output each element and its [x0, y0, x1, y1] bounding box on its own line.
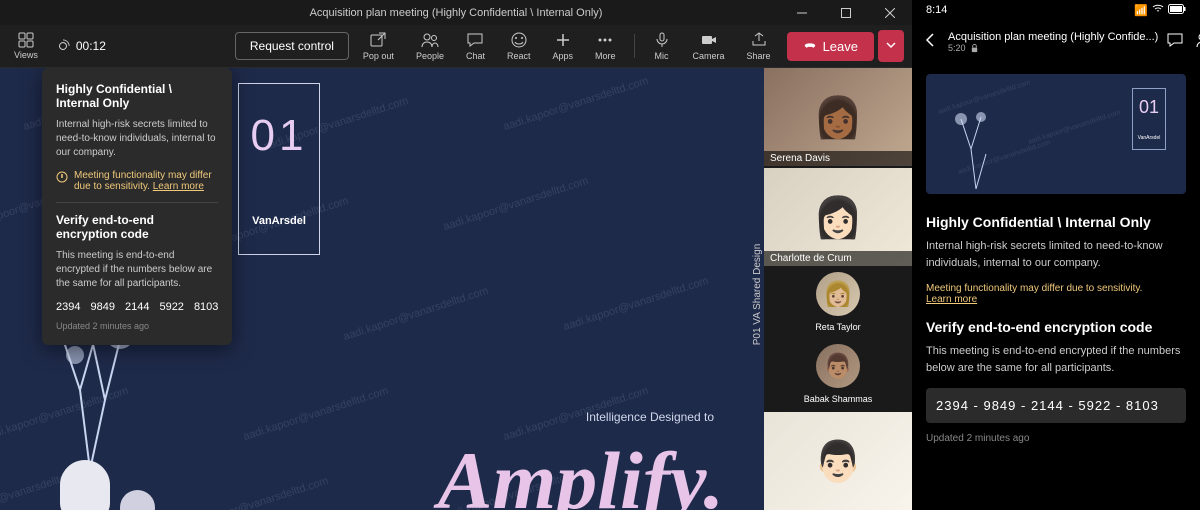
sensitivity-heading: Highly Confidential \ Internal Only	[56, 82, 218, 110]
mobile-updated-timestamp: Updated 2 minutes ago	[926, 433, 1186, 444]
slide-title: Amplify.	[438, 434, 724, 510]
slide-number-box: 01 VanArsdel	[238, 83, 320, 255]
participant-name: Reta Taylor	[809, 320, 866, 334]
mobile-meeting-title: Acquisition plan meeting (Highly Confide…	[948, 31, 1158, 43]
shared-screen[interactable]: aadi.kapoor@vanarsdelltd.com aadi.kapoor…	[0, 68, 764, 510]
mobile-header: Acquisition plan meeting (Highly Confide…	[912, 20, 1200, 64]
leave-button[interactable]: Leave	[787, 32, 874, 61]
participant-name: Babak Shammas	[798, 392, 879, 406]
participant-name: Charlotte de Crum	[764, 251, 912, 266]
more-button[interactable]: More	[587, 27, 624, 65]
react-button[interactable]: React	[499, 27, 539, 65]
views-label: Views	[14, 50, 38, 60]
toolbar-divider	[634, 34, 635, 58]
mobile-chat-button[interactable]	[1166, 31, 1184, 54]
window-titlebar: Acquisition plan meeting (Highly Confide…	[0, 0, 912, 25]
mobile-teams-window: 8:14 📶 Acquisition plan meeting (Highly …	[912, 0, 1200, 510]
slide-sidebar-label: P01 VA Shared Design	[753, 244, 764, 346]
mobile-encryption-heading: Verify end-to-end encryption code	[926, 319, 1186, 335]
popout-button[interactable]: Pop out	[355, 27, 402, 65]
mobile-content[interactable]: aadi.kapoor@vanarsdelltd.com aadi.kapoor…	[912, 64, 1200, 510]
mobile-learn-more-link[interactable]: Learn more	[926, 294, 1186, 305]
slide-number: 01	[251, 111, 308, 161]
encryption-codes: 2394 9849 2144 5922 8103	[56, 301, 218, 313]
views-button[interactable]: Views	[8, 28, 44, 64]
mobile-slide-box: 01 VanArsdel	[1132, 88, 1166, 150]
participant-tile[interactable]: 👩🏼 Reta Taylor	[764, 268, 912, 338]
meeting-toolbar: Views 00:12 Request control Pop out Peop…	[0, 25, 912, 68]
sensitivity-warning: Meeting functionality may differ due to …	[56, 170, 218, 203]
encryption-heading: Verify end-to-end encryption code	[56, 213, 218, 241]
main-content: aadi.kapoor@vanarsdelltd.com aadi.kapoor…	[0, 68, 912, 510]
battery-icon	[1168, 4, 1186, 17]
share-button[interactable]: Share	[739, 27, 779, 65]
mobile-encryption-codes: 2394 - 9849 - 2144 - 5922 - 8103	[926, 388, 1186, 423]
learn-more-link[interactable]: Learn more	[153, 181, 204, 192]
mobile-sensitivity-desc: Internal high-risk secrets limited to ne…	[926, 238, 1186, 271]
mobile-encryption-desc: This meeting is end-to-end encrypted if …	[926, 343, 1186, 376]
desktop-teams-window: Acquisition plan meeting (Highly Confide…	[0, 0, 912, 510]
mobile-sensitivity-info: Highly Confidential \ Internal Only Inte…	[926, 214, 1186, 444]
participant-name: Serena Davis	[764, 151, 912, 166]
mobile-time: 8:14	[926, 4, 947, 16]
mobile-status-bar: 8:14 📶	[912, 0, 1200, 20]
participant-tile[interactable]: 👩🏾 Serena Davis	[764, 68, 912, 166]
window-controls	[780, 0, 912, 27]
back-button[interactable]	[922, 31, 940, 54]
request-control-button[interactable]: Request control	[235, 32, 349, 60]
mobile-sensitivity-heading: Highly Confidential \ Internal Only	[926, 214, 1186, 230]
updated-timestamp: Updated 2 minutes ago	[56, 321, 218, 331]
sensitivity-description: Internal high-risk secrets limited to ne…	[56, 118, 218, 160]
wifi-icon	[1152, 4, 1164, 17]
mic-button[interactable]: Mic	[645, 27, 679, 65]
camera-button[interactable]: Camera	[685, 27, 733, 65]
close-button[interactable]	[868, 0, 912, 27]
mobile-warning: Meeting functionality may differ due to …	[926, 283, 1186, 305]
mobile-meeting-timer: 5:20	[948, 43, 1158, 53]
participant-tile[interactable]: 👨🏻	[764, 412, 912, 510]
people-button[interactable]: People	[408, 27, 452, 65]
lock-icon	[970, 44, 979, 53]
minimize-button[interactable]	[780, 0, 824, 27]
participants-panel: 👩🏾 Serena Davis 👩🏻 Charlotte de Crum 👩🏼 …	[764, 68, 912, 510]
encryption-description: This meeting is end-to-end encrypted if …	[56, 249, 218, 291]
maximize-button[interactable]	[824, 0, 868, 27]
chat-button[interactable]: Chat	[458, 27, 493, 65]
window-title: Acquisition plan meeting (Highly Confide…	[310, 7, 603, 19]
apps-button[interactable]: Apps	[545, 27, 582, 65]
slide-subtitle: Intelligence Designed to	[586, 410, 714, 424]
leave-options-button[interactable]	[878, 30, 904, 62]
sensitivity-popup: Highly Confidential \ Internal Only Inte…	[42, 68, 232, 345]
mobile-shared-screen[interactable]: aadi.kapoor@vanarsdelltd.com aadi.kapoor…	[926, 74, 1186, 194]
meeting-timer: 00:12	[56, 39, 106, 53]
mobile-slide-number: 01	[1139, 97, 1159, 118]
participant-tile[interactable]: 👨🏽 Babak Shammas	[764, 340, 912, 410]
brand-name: VanArsdel	[252, 215, 306, 227]
signal-icon: 📶	[1134, 4, 1148, 17]
participant-tile[interactable]: 👩🏻 Charlotte de Crum	[764, 168, 912, 266]
mobile-people-button[interactable]	[1196, 31, 1200, 54]
